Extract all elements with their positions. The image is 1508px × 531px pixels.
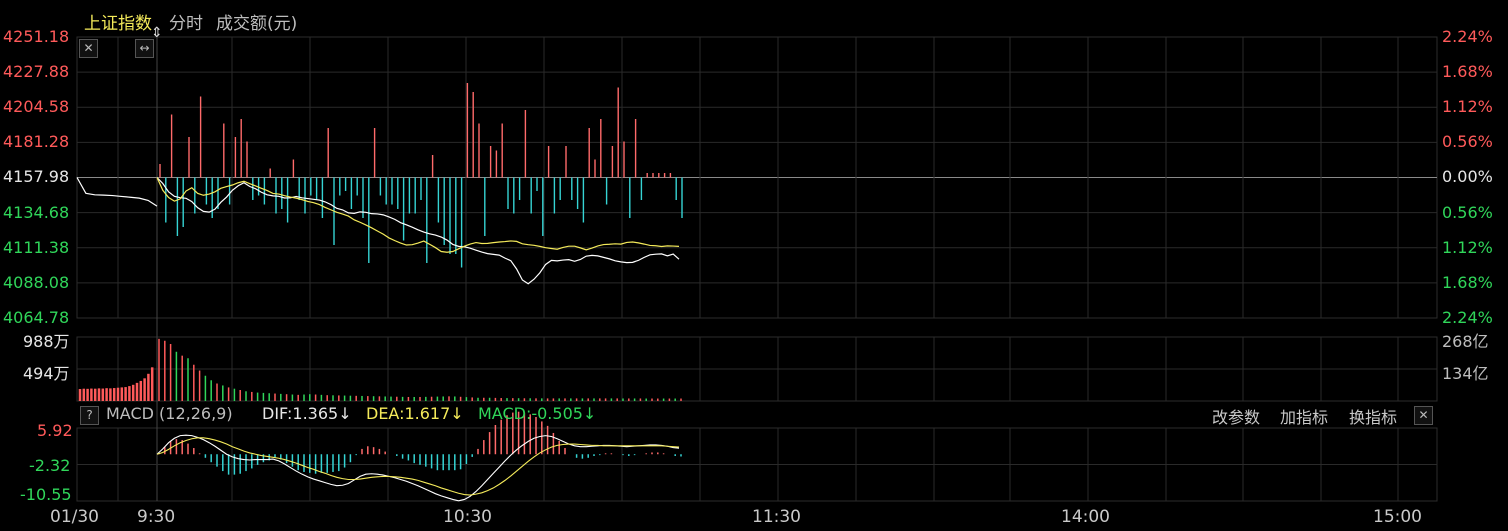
add-indicator-button[interactable]: 加指标 (1280, 404, 1328, 428)
macd-value: MACD:-0.505↓ (478, 404, 597, 423)
time-label: 9:30 (137, 507, 176, 527)
time-label: 10:30 (443, 507, 492, 527)
pct-label: 1.68% (1442, 62, 1493, 81)
macd-title[interactable]: MACD (12,26,9) (106, 404, 233, 423)
price-label: 4134.68 (3, 203, 70, 222)
pct-label: 0.56% (1442, 203, 1493, 222)
time-label: 01/30 (50, 507, 99, 527)
price-label: 4157.98 (3, 167, 70, 186)
pct-label: 1.12% (1442, 238, 1493, 257)
macd-axis-label: -10.55 (20, 485, 72, 504)
horizontal-resize-icon[interactable]: ↔ (135, 39, 154, 58)
price-label: 4111.38 (3, 238, 70, 257)
pct-label: 0.56% (1442, 132, 1493, 151)
turnover-label: 268亿 (1442, 332, 1489, 351)
switch-indicator-button[interactable]: 换指标 (1349, 404, 1397, 428)
edit-params-button[interactable]: 改参数 (1212, 404, 1260, 428)
close-icon[interactable]: ✕ (79, 39, 98, 58)
time-label: 14:00 (1061, 507, 1110, 527)
price-label: 4251.18 (3, 27, 70, 46)
price-label: 4181.28 (3, 132, 70, 151)
pre-market-price-line (76, 177, 158, 207)
macd-dif-line (156, 434, 680, 502)
macd-axis-label: -2.32 (29, 456, 71, 475)
macd-dea-line (156, 437, 680, 496)
pct-label: 1.68% (1442, 273, 1493, 292)
price-label: 4204.58 (3, 97, 70, 116)
volume-label: 988万 (23, 332, 70, 351)
price-label: 4064.78 (3, 308, 70, 327)
pct-label: 2.24% (1442, 308, 1493, 327)
close-indicator-icon[interactable]: ✕ (1414, 406, 1433, 425)
macd-axis-label: 5.92 (37, 421, 73, 440)
pct-label: 2.24% (1442, 27, 1493, 46)
time-label: 11:30 (752, 507, 801, 527)
chart-canvas (76, 36, 1438, 502)
price-label: 4227.88 (3, 62, 70, 81)
macd-dea: DEA:1.617↓ (366, 404, 464, 423)
turnover-label: 134亿 (1442, 364, 1489, 383)
help-icon[interactable]: ? (80, 406, 99, 425)
price-line (156, 177, 680, 285)
time-label: 15:00 (1373, 507, 1422, 527)
pct-label: 0.00% (1442, 167, 1493, 186)
volume-label: 494万 (23, 364, 70, 383)
pct-label: 1.12% (1442, 97, 1493, 116)
macd-dif: DIF:1.365↓ (262, 404, 352, 423)
drag-handle-icon[interactable]: ⇕ (151, 26, 163, 40)
price-label: 4088.08 (3, 273, 70, 292)
